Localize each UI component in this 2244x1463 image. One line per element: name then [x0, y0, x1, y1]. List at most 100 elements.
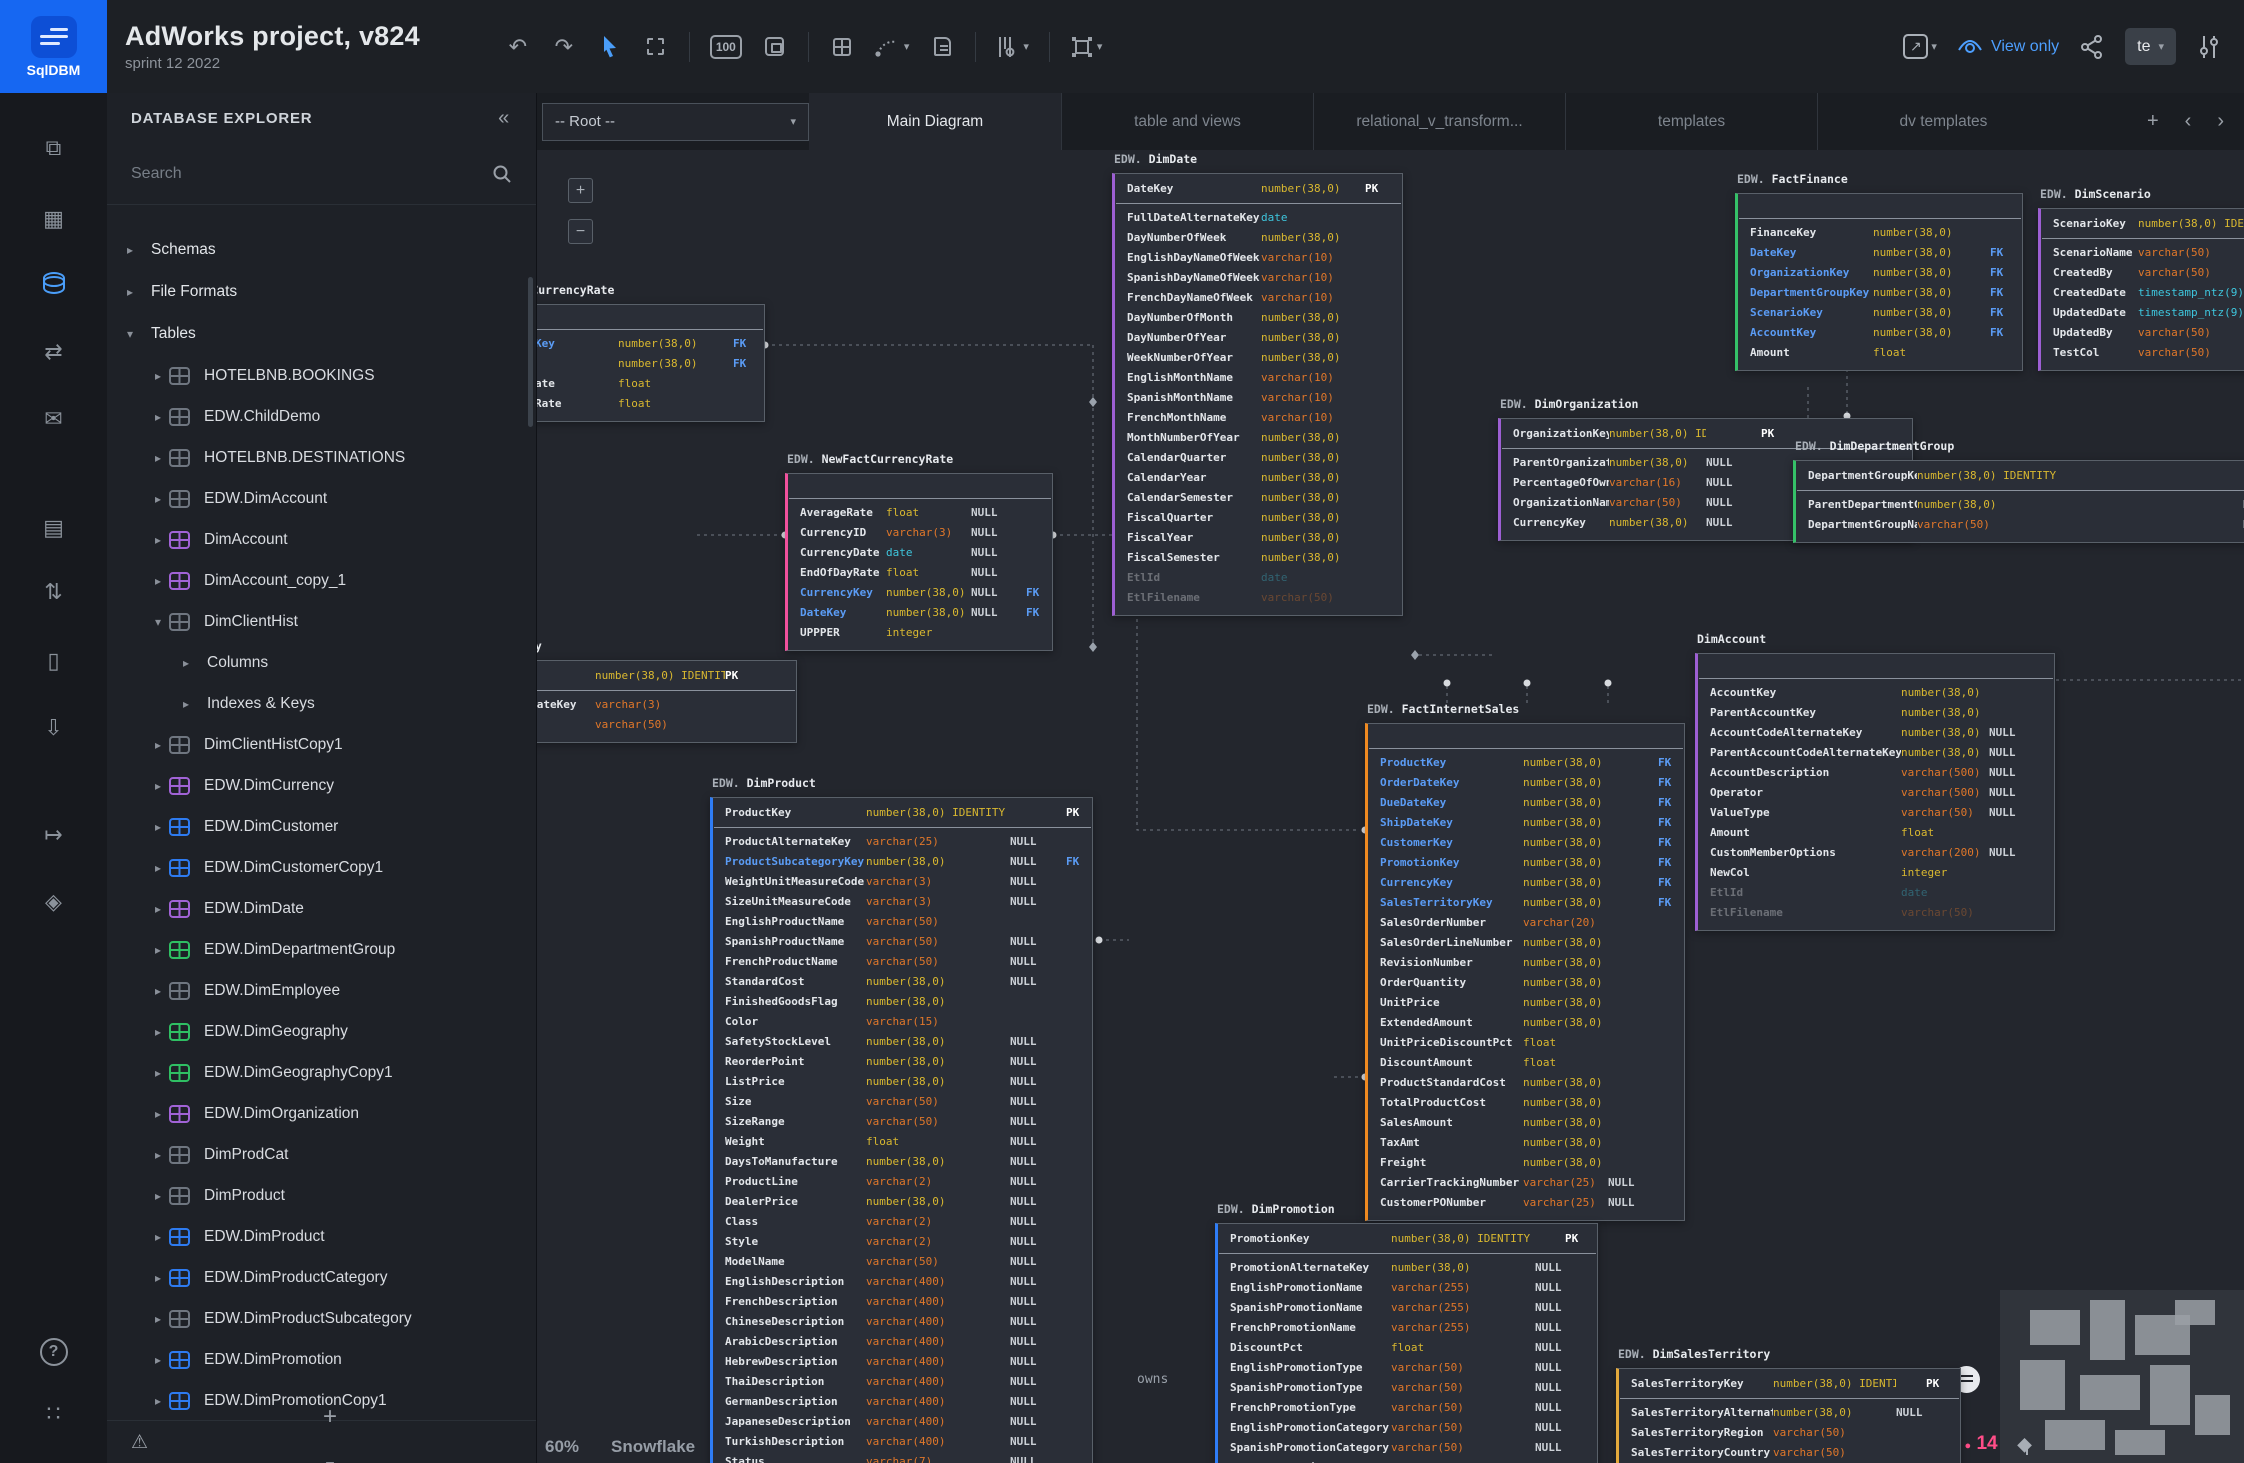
column-row[interactable]: FiscalQuarter number(38,0) — [1115, 508, 1402, 528]
tree-item[interactable]: ▾ Tables — [107, 313, 536, 355]
column-row[interactable]: TurkishDescription varchar(400) NULL — [713, 1432, 1092, 1452]
column-row[interactable]: EnglishPromotionCategory varchar(50) NULL — [1218, 1418, 1597, 1438]
column-row[interactable]: CalendarQuarter number(38,0) — [1115, 448, 1402, 468]
column-row[interactable]: FinishedGoodsFlag number(38,0) — [713, 992, 1092, 1012]
column-row[interactable]: CurrencyKey number(38,0) NULL FK — [788, 583, 1052, 603]
column-row[interactable]: ThaiDescription varchar(400) NULL — [713, 1372, 1092, 1392]
table-DimAccount[interactable]: DimAccount AccountKey number(38,0) ParentAc… — [1695, 632, 2055, 931]
column-row[interactable]: JapaneseDescription varchar(400) NULL — [713, 1412, 1092, 1432]
column-row[interactable]: Weight float NULL — [713, 1132, 1092, 1152]
column-row[interactable]: EndOfDayRate float NULL — [788, 563, 1052, 583]
column-row[interactable]: SalesTerritoryRegion varchar(50) — [1619, 1423, 1960, 1443]
column-row[interactable]: FrenchDayNameOfWeek varchar(10) — [1115, 288, 1402, 308]
column-row[interactable]: CarrierTrackingNumber varchar(25) NULL — [1368, 1173, 1684, 1193]
frame-button[interactable]: ▾ — [1070, 32, 1102, 62]
diagram-tab[interactable]: relational_v_transform... — [1313, 93, 1565, 150]
column-row[interactable]: AccountCodeAlternateKey number(38,0) NULL — [1698, 723, 2054, 743]
tree-item[interactable]: ▸ EDW.DimProductCategory — [107, 1257, 536, 1298]
tree-item[interactable]: ▸ EDW.DimEmployee — [107, 970, 536, 1011]
column-row[interactable]: ShipDateKey number(38,0) FK — [1368, 813, 1684, 833]
column-row[interactable]: CustomMemberOptions varchar(200) NULL — [1698, 843, 2054, 863]
column-row[interactable]: SalesOrderLineNumber number(38,0) — [1368, 933, 1684, 953]
column-row[interactable]: EndOfDayRatefloat — [537, 394, 764, 414]
fit-screen-button[interactable] — [762, 32, 788, 62]
column-row[interactable]: DiscountAmount float — [1368, 1053, 1684, 1073]
connector-style-button[interactable]: ▾ — [875, 32, 909, 62]
column-row[interactable]: SalesTerritoryCountry varchar(50) — [1619, 1443, 1960, 1463]
column-row[interactable]: Style varchar(2) NULL — [713, 1232, 1092, 1252]
table-DimProduct[interactable]: EDW. DimProduct ProductKey number(38,0) ID… — [710, 776, 1093, 1463]
column-row[interactable]: ParentAccountKey number(38,0) — [1698, 703, 2054, 723]
column-row[interactable]: DayNumberOfWeek number(38,0) — [1115, 228, 1402, 248]
column-row[interactable]: PromotionKey number(38,0) IDENTITY PK — [1218, 1229, 1597, 1249]
column-row[interactable]: ScenarioKey number(38,0) FK — [1738, 303, 2022, 323]
column-row[interactable]: DaysToManufacture number(38,0) NULL — [713, 1152, 1092, 1172]
zoom-level[interactable]: 60% — [545, 1437, 579, 1457]
database-icon[interactable] — [31, 262, 77, 304]
export-button[interactable]: ↗ ▾ — [1903, 32, 1937, 62]
column-row[interactable]: ListPrice number(38,0) NULL — [713, 1072, 1092, 1092]
tables-icon[interactable]: ▦ — [31, 198, 77, 240]
tree-item[interactable]: ▸ File Formats — [107, 271, 536, 313]
table-DimDepartmentGroup[interactable]: EDW. DimDepartmentGroup DepartmentGroupKe… — [1793, 439, 2244, 543]
column-row[interactable]: SalesOrderNumber varchar(20) — [1368, 913, 1684, 933]
next-tab-button[interactable]: › — [2217, 110, 2224, 133]
column-row[interactable]: TaxAmt number(38,0) — [1368, 1133, 1684, 1153]
settings-sliders-button[interactable] — [2196, 32, 2222, 62]
column-row[interactable]: ChineseDescription varchar(400) NULL — [713, 1312, 1092, 1332]
column-row[interactable]: MonthNumberOfYear number(38,0) — [1115, 428, 1402, 448]
column-row[interactable]: CurrencyKeynumber(38,0)FK — [537, 334, 764, 354]
user-menu-button[interactable]: te ▾ — [2125, 28, 2176, 65]
column-row[interactable]: DueDateKey number(38,0) FK — [1368, 793, 1684, 813]
diagram-tab[interactable]: Main Diagram — [809, 93, 1061, 150]
tree-item[interactable]: ▸ EDW.ChildDemo — [107, 396, 536, 437]
column-row[interactable]: EnglishMonthName varchar(10) — [1115, 368, 1402, 388]
table-FactFinance[interactable]: EDW. FactFinance FinanceKey number(38,0) Da… — [1735, 172, 2023, 371]
column-row[interactable]: WeekNumberOfYear number(38,0) — [1115, 348, 1402, 368]
table-DimScenario[interactable]: EDW. DimScenario ScenarioKey number(38,0) … — [2038, 187, 2244, 371]
column-row[interactable]: ParentDepartmentGroupKeynumber(38,0)NULL — [1796, 495, 2244, 515]
column-row[interactable]: SpanishProductName varchar(50) NULL — [713, 932, 1092, 952]
column-row[interactable]: AccountDescription varchar(500) NULL — [1698, 763, 2054, 783]
column-row[interactable]: Amount float — [1738, 343, 2022, 363]
column-row[interactable]: ProductSubcategoryKey number(38,0) NULL FK — [713, 852, 1092, 872]
column-row[interactable]: PromotionAlternateKey number(38,0) NULL — [1218, 1258, 1597, 1278]
column-row[interactable]: CreatedBy varchar(50) — [2041, 263, 2244, 283]
column-row[interactable]: StandardCost number(38,0) NULL — [713, 972, 1092, 992]
tree-item[interactable]: ▸ DimAccount — [107, 519, 536, 560]
column-row[interactable]: HebrewDescription varchar(400) NULL — [713, 1352, 1092, 1372]
column-row[interactable]: AverageRate float NULL — [788, 503, 1052, 523]
column-row[interactable]: SalesTerritoryKey number(38,0) FK — [1368, 893, 1684, 913]
column-row[interactable]: EnglishProductName varchar(50) — [713, 912, 1092, 932]
compare-icon[interactable]: ⇅ — [31, 571, 77, 613]
column-row[interactable]: EnglishDescription varchar(400) NULL — [713, 1272, 1092, 1292]
column-row[interactable]: FinanceKey number(38,0) — [1738, 223, 2022, 243]
column-row[interactable]: FiscalSemester number(38,0) — [1115, 548, 1402, 568]
tree-item[interactable]: ▸ Columns — [107, 642, 536, 683]
column-row[interactable]: UpdatedBy varchar(50) — [2041, 323, 2244, 343]
column-display-button[interactable]: ▾ — [996, 32, 1029, 62]
column-row[interactable]: DateKey number(38,0) NULL FK — [788, 603, 1052, 623]
flow-icon[interactable]: ↦ — [31, 814, 77, 856]
marquee-select-button[interactable] — [643, 32, 669, 62]
db-export-icon[interactable]: ⇩ — [31, 707, 77, 749]
cursor-tool-button[interactable] — [597, 32, 623, 62]
column-row[interactable]: ProductKey number(38,0) IDENTITY PK — [713, 803, 1092, 823]
column-row[interactable]: ReorderPoint number(38,0) NULL — [713, 1052, 1092, 1072]
column-row[interactable]: ModelName varchar(50) NULL — [713, 1252, 1092, 1272]
column-row[interactable]: SpanishPromotionType varchar(50) NULL — [1218, 1378, 1597, 1398]
column-row[interactable]: CustomerPONumber varchar(25) NULL — [1368, 1193, 1684, 1213]
tree-item[interactable]: ▸ EDW.DimPromotion — [107, 1339, 536, 1380]
column-row[interactable]: SalesAmount number(38,0) — [1368, 1113, 1684, 1133]
add-tab-button[interactable]: + — [2147, 110, 2159, 133]
diagram-tab[interactable]: dv templates — [1817, 93, 2069, 150]
column-row[interactable]: WeightUnitMeasureCode varchar(3) NULL — [713, 872, 1092, 892]
warning-icon[interactable]: ⚠ — [131, 1431, 148, 1454]
column-row[interactable]: EtlId date — [1115, 568, 1402, 588]
column-row[interactable]: EnglishPromotionType varchar(50) NULL — [1218, 1358, 1597, 1378]
table-DimCurrency[interactable]: EDW. DimCurrency CurrencyKeynumber(38,0) … — [537, 639, 797, 743]
column-row[interactable]: EtlId date — [1698, 883, 2054, 903]
column-row[interactable]: DepartmentGroupKey number(38,0) IDENTITY — [1796, 466, 2244, 486]
column-row[interactable]: DateKey number(38,0) PK — [1115, 179, 1402, 199]
table-DimPromotion[interactable]: EDW. DimPromotion PromotionKey number(38,0… — [1215, 1202, 1598, 1463]
